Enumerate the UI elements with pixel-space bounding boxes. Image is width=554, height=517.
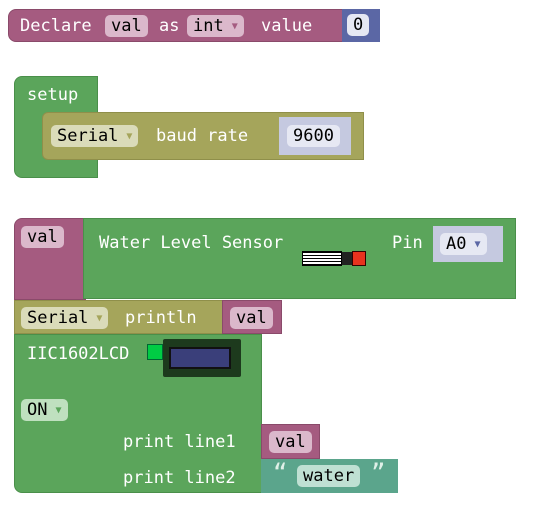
println-var-block[interactable]: val [222, 300, 282, 334]
baud-label: baud rate [156, 126, 249, 146]
assign-block[interactable]: val [14, 218, 86, 300]
line1-var-field[interactable]: val [269, 431, 312, 453]
dropdown-arrow-icon: ▼ [126, 131, 133, 142]
println-serial-dropdown[interactable]: Serial ▼ [21, 307, 109, 329]
pin-block[interactable]: A0 ▼ [433, 226, 503, 262]
declare-label: Declare [20, 16, 92, 36]
assign-var-field[interactable]: val [21, 226, 64, 248]
declare-var-field[interactable]: val [105, 15, 148, 37]
baud-field[interactable]: 9600 [287, 125, 340, 147]
serial-begin-block[interactable]: Serial ▼ baud rate 9600 [42, 112, 364, 160]
value-label: value [261, 16, 313, 36]
lcd-label: IIC1602LCD [27, 344, 130, 364]
lcd-image-icon [147, 339, 241, 377]
println-label: println [125, 308, 197, 328]
open-quote-icon: “ [273, 459, 288, 487]
setup-label: setup [27, 85, 79, 105]
pin-value: A0 [446, 234, 467, 254]
serial-value: Serial [57, 126, 119, 146]
line1-var-block[interactable]: val [261, 424, 320, 459]
line2-label: print line2 [123, 468, 236, 488]
lcd-state-dropdown[interactable]: ON ▼ [21, 399, 68, 421]
water-level-sensor-block[interactable]: Water Level Sensor Pin A0 ▼ [83, 218, 516, 299]
number-field[interactable]: 0 [347, 14, 370, 36]
println-serial-value: Serial [27, 308, 89, 328]
dropdown-arrow-icon: ▼ [55, 405, 62, 416]
number-block[interactable]: 0 [342, 9, 380, 42]
baud-number-block[interactable]: 9600 [279, 117, 351, 155]
dropdown-arrow-icon: ▼ [96, 313, 103, 324]
pin-dropdown[interactable]: A0 ▼ [440, 233, 487, 255]
line1-label: print line1 [123, 432, 236, 452]
dropdown-arrow-icon: ▼ [231, 21, 238, 32]
declare-block[interactable]: Declare val as int ▼ value [8, 9, 344, 42]
serial-println-block[interactable]: Serial ▼ println [14, 300, 224, 334]
type-value: int [193, 16, 224, 36]
lcd-block[interactable]: IIC1602LCD ON ▼ print line1 print line2 [14, 334, 262, 493]
type-dropdown[interactable]: int ▼ [187, 15, 244, 37]
println-var-field[interactable]: val [230, 307, 273, 329]
serial-dropdown[interactable]: Serial ▼ [51, 125, 139, 147]
sensor-label: Water Level Sensor [99, 233, 284, 253]
dropdown-arrow-icon: ▼ [474, 239, 481, 250]
lcd-state-value: ON [27, 400, 48, 420]
pin-label: Pin [392, 233, 423, 253]
close-quote-icon: ” [371, 459, 386, 487]
as-label: as [159, 16, 180, 36]
water-sensor-image-icon [302, 249, 366, 267]
line2-text-field[interactable]: water [297, 465, 361, 487]
text-block[interactable]: “ water ” [261, 459, 398, 493]
